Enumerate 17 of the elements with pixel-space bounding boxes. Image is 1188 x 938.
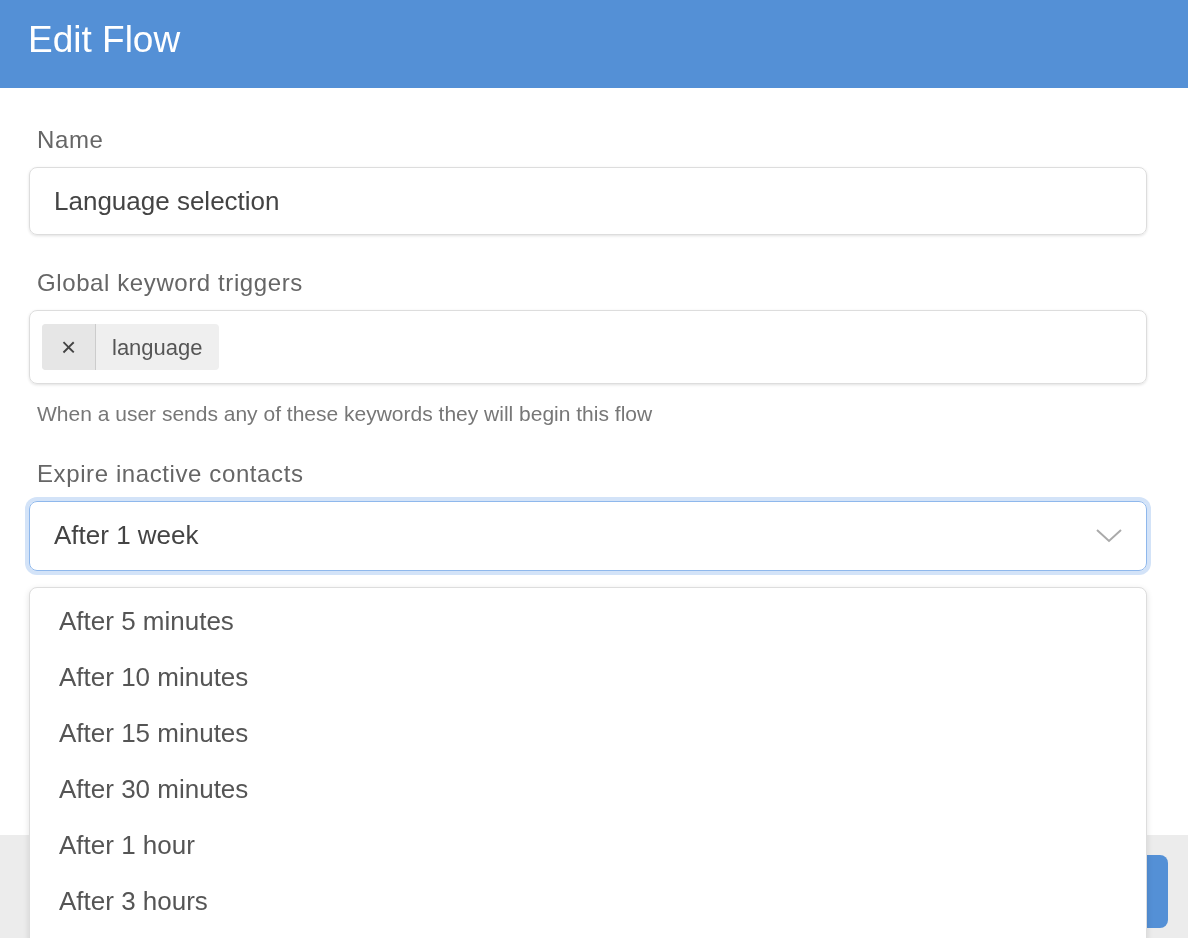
tag-label: language — [111, 333, 204, 362]
dropdown-option[interactable]: After 10 minutes — [30, 649, 1146, 706]
name-input[interactable]: Language selection — [29, 167, 1147, 235]
chevron-down-icon — [1096, 528, 1122, 543]
dropdown-option[interactable]: After 3 hours — [30, 873, 1146, 930]
remove-tag-button[interactable]: × — [42, 324, 96, 370]
help-text: When a user sends any of these keywords they will begin this flow — [36, 401, 654, 427]
keyword-input[interactable]: × language — [29, 310, 1147, 384]
field-label: Name — [36, 128, 105, 152]
dropdown-option[interactable]: After 5 minutes — [30, 593, 1146, 650]
field-label: Expire inactive contacts — [36, 461, 305, 486]
dropdown-option[interactable]: After 15 minutes — [30, 705, 1146, 762]
dialog-title: Edit Flow — [28, 18, 181, 63]
field-label: Global keyword triggers — [36, 271, 304, 295]
select-value: After 1 week — [54, 519, 199, 552]
dropdown-option[interactable]: After 1 hour — [30, 817, 1146, 874]
dropdown-option[interactable]: After 30 minutes — [30, 761, 1146, 818]
